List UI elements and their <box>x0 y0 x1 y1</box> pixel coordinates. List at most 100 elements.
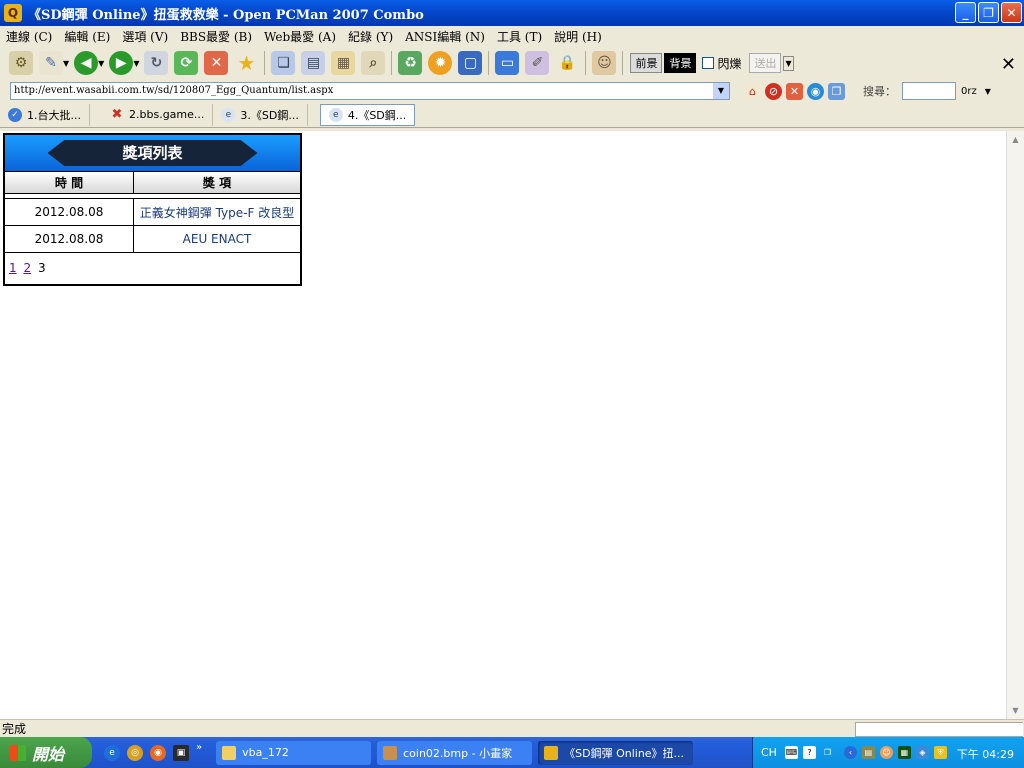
menu-edit[interactable]: 編輯 (E) <box>58 28 116 45</box>
screen-icon[interactable]: ▭ <box>495 51 520 75</box>
monitor-icon[interactable]: ▦ <box>897 746 911 759</box>
cascade-windows-icon[interactable]: ❐ <box>828 82 845 100</box>
window-icon[interactable]: ▢ <box>458 51 483 75</box>
address-input[interactable]: http://event.wasabii.com.tw/sd/120807_Eg… <box>10 82 730 100</box>
close-page-icon[interactable]: ✕ <box>786 82 803 100</box>
title-bar[interactable]: Q 《SD鋼彈 Online》扭蛋救救樂 - Open PCMan 2007 C… <box>0 0 1024 26</box>
stop-icon[interactable]: ✕ <box>204 51 229 75</box>
menu-bbs-favorites[interactable]: BBS最愛 (B) <box>174 28 258 45</box>
settings-gear-icon[interactable]: ✹ <box>428 51 453 75</box>
refresh-icon[interactable]: ⟳ <box>174 51 199 75</box>
search-engine-select[interactable]: 0rz <box>961 86 977 97</box>
bbs-error-icon: ✖ <box>111 106 123 122</box>
language-indicator[interactable]: CH <box>761 746 777 759</box>
search-input[interactable] <box>902 82 956 100</box>
page-link-2[interactable]: 2 <box>23 261 31 275</box>
user-icon[interactable]: ☺ <box>592 51 617 75</box>
tab-label: 1.台大批... <box>27 108 81 122</box>
status-bar: 完成 <box>0 719 1024 737</box>
security-icon[interactable]: ◈ <box>915 746 929 759</box>
foreground-color-button[interactable]: 前景 <box>630 53 663 73</box>
search-label: 搜尋： <box>863 85 896 98</box>
edit-icon[interactable]: ✐ <box>525 51 550 75</box>
blink-checkbox[interactable] <box>702 57 715 69</box>
table-row: 2012.08.08 正義女神鋼彈 Type-F 改良型 <box>5 198 300 225</box>
pagination: 1 2 3 <box>5 252 300 284</box>
note-icon[interactable]: ▦ <box>331 51 356 75</box>
search-page-icon[interactable]: ⌕ <box>361 51 386 75</box>
help-icon[interactable]: ? <box>802 746 816 759</box>
back-icon[interactable]: ◀ <box>74 51 99 75</box>
restore-button[interactable]: ❐ <box>978 2 999 23</box>
block-icon[interactable]: ⊘ <box>765 82 782 100</box>
close-tab-icon[interactable]: ✕ <box>1001 54 1016 75</box>
blink-label: 閃爍 <box>717 56 742 71</box>
table-row: 2012.08.08 AEU ENACT <box>5 225 300 252</box>
restore-icon[interactable]: ❐ <box>821 746 834 759</box>
web-content: 獎項列表 時 間 獎 項 2012.08.08 正義女神鋼彈 Type-F 改良… <box>0 131 1006 719</box>
chevron-down-icon[interactable]: ▼ <box>63 59 69 68</box>
tray-expand-icon[interactable]: ‹ <box>843 746 857 759</box>
chevron-down-icon[interactable]: ▼ <box>98 59 104 68</box>
start-button[interactable]: 開始 <box>0 737 92 768</box>
ie-icon[interactable]: e <box>104 744 120 761</box>
shield-icon[interactable]: ⛨ <box>933 746 947 759</box>
task-folder[interactable]: vba_172 <box>216 740 372 765</box>
column-prize: 獎 項 <box>202 176 232 190</box>
row-prize: 正義女神鋼彈 Type-F 改良型 <box>139 205 295 220</box>
network-icon[interactable]: ▤ <box>861 746 875 759</box>
keyboard-icon[interactable]: ⌨ <box>784 746 798 759</box>
reconnect-icon[interactable]: ↻ <box>144 51 169 75</box>
send-button[interactable]: 送出 <box>749 53 782 73</box>
minimize-button[interactable]: _ <box>955 2 976 23</box>
menu-tools[interactable]: 工具 (T) <box>491 28 548 45</box>
folder-icon <box>222 745 237 760</box>
home-icon[interactable]: ⌂ <box>744 82 761 100</box>
task-paint[interactable]: coin02.bmp - 小畫家 <box>377 740 533 765</box>
pcman-icon <box>544 745 559 760</box>
tab-2[interactable]: ✖ 2.bbs.game... <box>102 103 214 126</box>
background-color-button[interactable]: 背景 <box>664 53 697 73</box>
menu-connection[interactable]: 連線 (C) <box>0 28 58 45</box>
favorite-star-icon[interactable]: ★ <box>234 51 258 75</box>
paint-icon <box>383 745 398 760</box>
search-engine-dropdown-icon[interactable]: ▼ <box>985 87 991 96</box>
live-icon[interactable]: ▣ <box>173 744 189 761</box>
web-page-icon: e <box>221 107 236 122</box>
menu-web-favorites[interactable]: Web最愛 (A) <box>258 28 342 45</box>
chevron-down-icon[interactable]: ▼ <box>133 59 139 68</box>
copy-icon[interactable]: ❏ <box>271 51 296 75</box>
menu-history[interactable]: 紀錄 (Y) <box>342 28 399 45</box>
menu-bar: 連線 (C) 編輯 (E) 選項 (V) BBS最愛 (B) Web最愛 (A)… <box>0 26 1024 46</box>
globe-icon[interactable]: ◉ <box>807 82 824 100</box>
status-text: 完成 <box>2 722 27 736</box>
chrome-icon[interactable]: ◎ <box>127 744 143 761</box>
recycle-icon[interactable]: ♻ <box>398 51 423 75</box>
connect-icon[interactable]: ⚙ <box>9 51 33 75</box>
menu-ansi-edit[interactable]: ANSI編輯 (N) <box>399 28 491 45</box>
tab-3[interactable]: e 3.《SD鋼... <box>213 103 308 126</box>
vertical-scrollbar[interactable]: ▲ ▼ <box>1006 131 1024 719</box>
page-link-1[interactable]: 1 <box>9 261 17 275</box>
clock: 下午 04:29 <box>956 748 1014 761</box>
tab-1[interactable]: ✓ 1.台大批... <box>0 103 90 126</box>
quick-launch-more-icon[interactable]: » <box>196 740 202 756</box>
tab-label: 2.bbs.game... <box>129 108 205 121</box>
scroll-up-icon[interactable]: ▲ <box>1007 131 1024 148</box>
prize-list-table: 獎項列表 時 間 獎 項 2012.08.08 正義女神鋼彈 Type-F 改良… <box>3 133 302 286</box>
firefox-icon[interactable]: ◉ <box>150 744 166 761</box>
open-page-icon[interactable]: ✎ <box>39 51 63 75</box>
paste-icon[interactable]: ▤ <box>301 51 326 75</box>
forward-icon[interactable]: ▶ <box>109 51 134 75</box>
task-pcman[interactable]: 《SD鋼彈 Online》扭... <box>538 740 694 765</box>
lock-icon[interactable]: 🔒 <box>555 51 579 75</box>
app-icon: Q <box>4 4 22 22</box>
menu-options[interactable]: 選項 (V) <box>116 28 174 45</box>
close-window-button[interactable]: ✕ <box>1001 2 1022 23</box>
messenger-icon[interactable]: ☺ <box>879 746 893 759</box>
menu-help[interactable]: 說明 (H) <box>548 28 608 45</box>
scroll-down-icon[interactable]: ▼ <box>1007 702 1024 719</box>
address-dropdown-icon[interactable]: ▼ <box>713 83 729 99</box>
send-dropdown-icon[interactable]: ▼ <box>783 55 794 71</box>
tab-4[interactable]: e 4.《SD鋼... <box>319 103 416 126</box>
